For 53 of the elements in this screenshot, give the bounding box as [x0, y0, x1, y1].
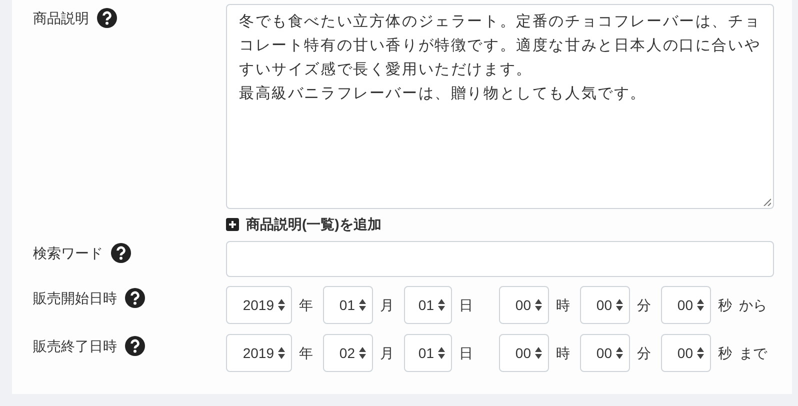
unit-label: 年	[299, 344, 313, 362]
unit-label: 日	[459, 344, 473, 362]
field-label: 検索ワード	[33, 244, 103, 263]
unit-label: 月	[380, 344, 394, 362]
year-select[interactable]: 2019	[226, 334, 292, 372]
field-label: 販売開始日時	[33, 289, 117, 308]
hour-select[interactable]: 00	[499, 334, 549, 372]
plus-icon[interactable]	[226, 218, 239, 231]
up-down-caret-icon	[438, 299, 445, 311]
month-select[interactable]: 02	[323, 334, 373, 372]
up-down-caret-icon	[616, 347, 623, 359]
unit-label: 時	[556, 296, 570, 314]
year-select[interactable]: 2019	[226, 286, 292, 324]
range-label: まで	[739, 344, 767, 362]
help-icon[interactable]	[125, 288, 145, 308]
unit-label: 分	[637, 296, 651, 314]
up-down-caret-icon	[438, 347, 445, 359]
help-icon[interactable]	[97, 8, 117, 28]
add-description-link[interactable]: 商品説明(一覧)を追加	[246, 214, 382, 235]
description-text: 冬でも食べたい立方体のジェラート。定番のチョコフレーバーは、チョコレート特有の甘い香りが特徴です。適度な甘みと日本人の口に合いやすいサイズ感で長く愛用いただけます。	[239, 12, 761, 80]
unit-label: 秒	[718, 296, 732, 314]
minute-select[interactable]: 00	[580, 286, 630, 324]
day-select[interactable]: 01	[404, 286, 452, 324]
help-icon[interactable]	[125, 336, 145, 356]
up-down-caret-icon	[359, 299, 366, 311]
up-down-caret-icon	[697, 347, 704, 359]
range-label: から	[739, 296, 767, 314]
up-down-caret-icon	[616, 299, 623, 311]
second-select[interactable]: 00	[661, 286, 711, 324]
unit-label: 分	[637, 344, 651, 362]
up-down-caret-icon	[535, 299, 542, 311]
minute-select[interactable]: 00	[580, 334, 630, 372]
up-down-caret-icon	[359, 347, 366, 359]
month-select[interactable]: 01	[323, 286, 373, 324]
unit-label: 秒	[718, 344, 732, 362]
unit-label: 日	[459, 296, 473, 314]
up-down-caret-icon	[697, 299, 704, 311]
up-down-caret-icon	[278, 299, 285, 311]
field-label: 販売終了日時	[33, 337, 117, 356]
resize-grip-icon[interactable]	[763, 198, 771, 206]
hour-select[interactable]: 00	[499, 286, 549, 324]
unit-label: 年	[299, 296, 313, 314]
day-select[interactable]: 01	[404, 334, 452, 372]
unit-label: 時	[556, 344, 570, 362]
help-icon[interactable]	[111, 243, 131, 263]
second-select[interactable]: 00	[661, 334, 711, 372]
unit-label: 月	[380, 296, 394, 314]
up-down-caret-icon	[278, 347, 285, 359]
search-words-field[interactable]	[226, 241, 774, 277]
description-text: 最高級バニラフレーバーは、贈り物としても人気です。	[239, 84, 648, 104]
field-label: 商品説明	[33, 9, 89, 28]
up-down-caret-icon	[535, 347, 542, 359]
description-field[interactable]: 冬でも食べたい立方体のジェラート。定番のチョコフレーバーは、チョコレート特有の甘い香りが特徴です。適度な甘みと日本人の口に合いやすいサイズ感で長く愛用いただけます。 最高級バニラフレーバーは、贈り物としても人気です。	[226, 4, 774, 209]
